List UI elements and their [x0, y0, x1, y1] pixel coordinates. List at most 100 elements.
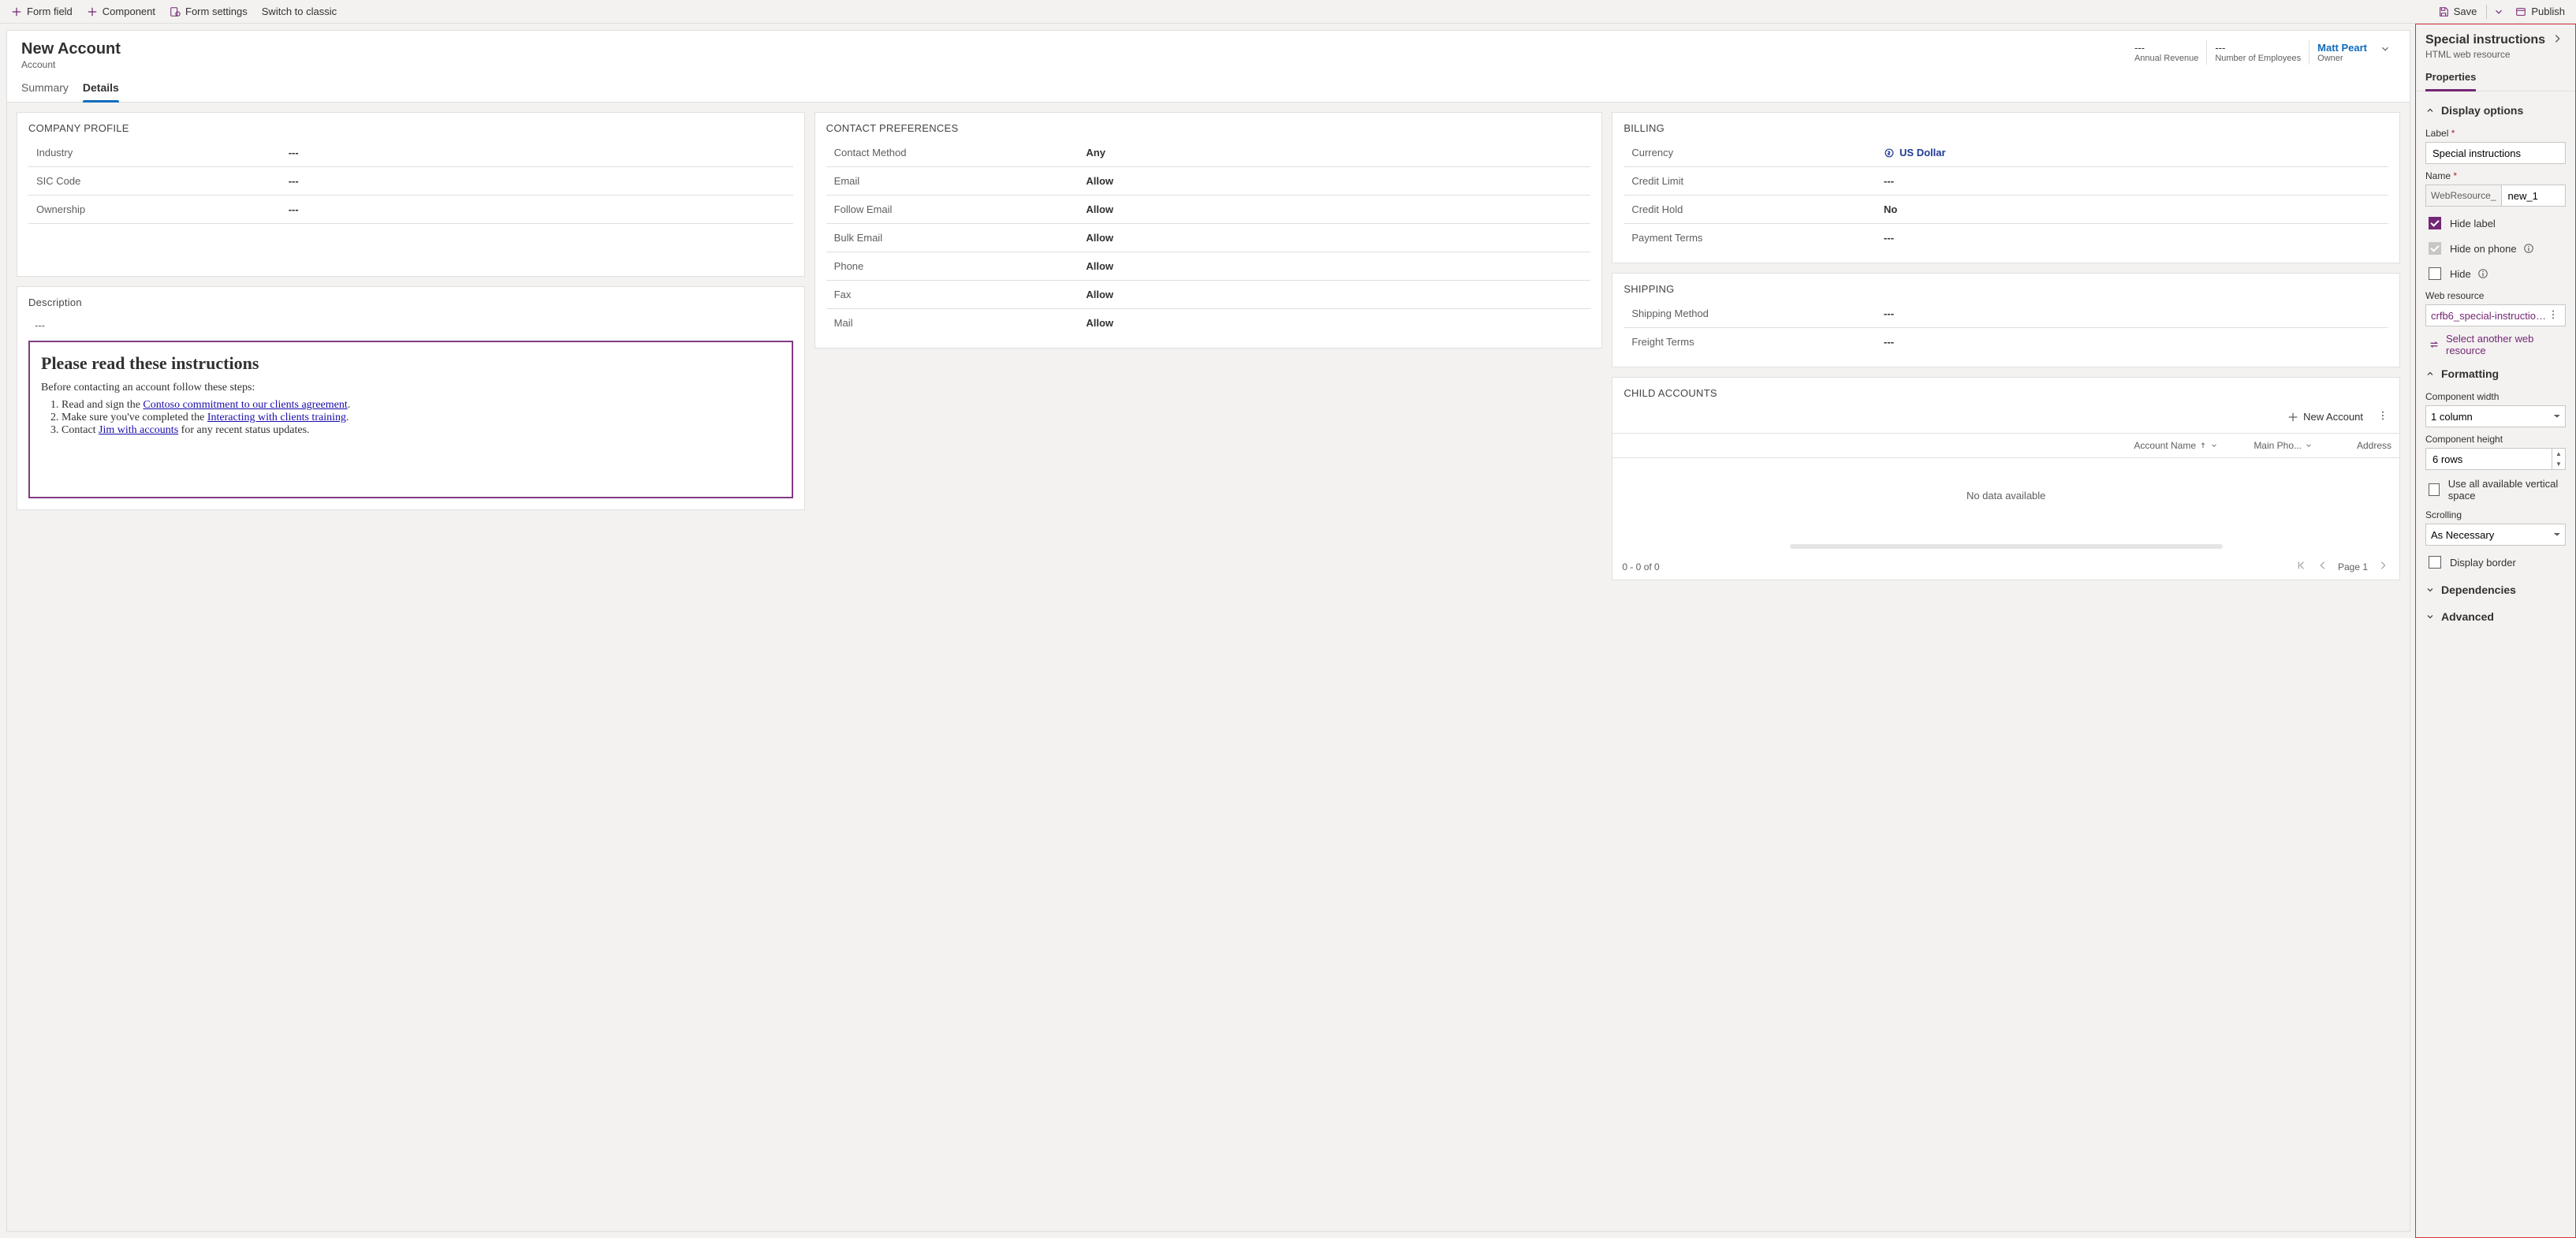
save-button[interactable]: Save — [2432, 2, 2484, 21]
tab-details[interactable]: Details — [83, 75, 119, 102]
section-dependencies[interactable]: Dependencies — [2425, 579, 2566, 601]
field-label: Ownership — [28, 196, 289, 223]
publish-icon — [2515, 6, 2526, 17]
header-expand-button[interactable] — [2375, 40, 2395, 60]
webres-link[interactable]: Contoso commitment to our clients agreem… — [143, 399, 347, 411]
subgrid-more-button[interactable] — [2374, 407, 2391, 427]
sort-asc-icon — [2199, 442, 2207, 449]
col-main-phone[interactable]: Main Pho... — [2226, 434, 2321, 457]
section-title: CONTACT PREFERENCES — [815, 113, 1602, 139]
section-contact-preferences[interactable]: CONTACT PREFERENCES Contact MethodAny Em… — [815, 112, 1603, 349]
height-step-up[interactable]: ▲ — [2552, 449, 2565, 459]
field-value: --- — [1884, 232, 1894, 244]
tab-summary[interactable]: Summary — [21, 75, 69, 102]
field-row[interactable]: Follow EmailAllow — [826, 196, 1591, 224]
publish-label: Publish — [2531, 6, 2565, 17]
field-value: --- — [289, 175, 299, 187]
header-stat[interactable]: Matt Peart Owner — [2309, 40, 2375, 65]
field-label: Follow Email — [826, 196, 1087, 223]
scrolling-select[interactable]: As Necessary — [2425, 524, 2566, 546]
field-row[interactable]: Credit HoldNo — [1624, 196, 2388, 224]
field-row[interactable]: Contact MethodAny — [826, 139, 1591, 167]
field-row[interactable]: Freight Terms--- — [1624, 328, 2388, 356]
hide-label-checkbox[interactable]: Hide label — [2425, 214, 2566, 232]
height-step-down[interactable]: ▼ — [2552, 459, 2565, 469]
section-description[interactable]: Description --- Please read these instru… — [17, 286, 805, 510]
field-row[interactable]: MailAllow — [826, 309, 1591, 337]
header-stat[interactable]: --- Annual Revenue — [2127, 40, 2206, 65]
component-button[interactable]: Component — [80, 2, 162, 21]
form-settings-button[interactable]: Form settings — [163, 2, 254, 21]
field-label: Credit Limit — [1624, 167, 1884, 195]
field-row[interactable]: Bulk EmailAllow — [826, 224, 1591, 252]
section-formatting[interactable]: Formatting — [2425, 363, 2566, 385]
web-resource-label: Web resource — [2425, 290, 2566, 301]
field-value: Any — [1086, 139, 1590, 166]
field-row[interactable]: Shipping Method--- — [1624, 300, 2388, 328]
subgrid-scrollbar[interactable] — [1790, 544, 2223, 549]
field-row[interactable]: Currency US Dollar — [1624, 139, 2388, 167]
component-height-input[interactable] — [2425, 448, 2552, 470]
page-indicator: Page 1 — [2338, 561, 2368, 572]
stat-value: Matt Peart — [2317, 42, 2367, 54]
form-field-button[interactable]: Form field — [5, 2, 79, 21]
field-row[interactable]: PhoneAllow — [826, 252, 1591, 281]
new-account-label: New Account — [2303, 411, 2363, 423]
component-width-select[interactable]: 1 column — [2425, 405, 2566, 427]
new-account-button[interactable]: New Account — [2283, 408, 2368, 426]
page-prev-button[interactable] — [2316, 558, 2330, 575]
webres-link[interactable]: Interacting with clients training — [207, 412, 346, 423]
section-company-profile[interactable]: COMPANY PROFILE Industry--- SIC Code--- … — [17, 112, 805, 277]
section-display-options[interactable]: Display options — [2425, 99, 2566, 121]
web-resource-lookup[interactable]: crfb6_special-instructions — [2425, 304, 2566, 326]
component-height-label: Component height — [2425, 434, 2566, 445]
field-row[interactable]: SIC Code--- — [28, 167, 793, 196]
field-value: Allow — [1086, 167, 1590, 195]
form-surface[interactable]: COMPANY PROFILE Industry--- SIC Code--- … — [7, 103, 2410, 1231]
field-label: Payment Terms — [1624, 224, 1884, 252]
section-title: BILLING — [1612, 113, 2399, 139]
section-child-accounts[interactable]: CHILD ACCOUNTS New Account — [1612, 377, 2400, 580]
field-label: Freight Terms — [1624, 328, 1884, 356]
form-preview: New Account Account --- Annual Revenue -… — [6, 30, 2410, 1232]
col-address[interactable]: Address — [2321, 434, 2399, 457]
webres-link[interactable]: Jim with accounts — [99, 424, 178, 436]
hide-on-phone-checkbox[interactable]: Hide on phone — [2425, 240, 2566, 257]
use-all-space-checkbox[interactable]: Use all available vertical space — [2425, 478, 2566, 502]
switch-classic-button[interactable]: Switch to classic — [255, 2, 343, 21]
hide-checkbox[interactable]: Hide — [2425, 265, 2566, 282]
web-resource-more-button[interactable] — [2546, 309, 2560, 323]
field-value: Allow — [1086, 309, 1590, 337]
field-row[interactable]: Payment Terms--- — [1624, 224, 2388, 252]
display-border-checkbox[interactable]: Display border — [2425, 554, 2566, 571]
select-another-web-resource[interactable]: Select another web resource — [2425, 326, 2566, 358]
scrolling-label: Scrolling — [2425, 509, 2566, 520]
panel-tab-properties[interactable]: Properties — [2425, 65, 2476, 91]
section-shipping[interactable]: SHIPPING Shipping Method--- Freight Term… — [1612, 273, 2400, 367]
page-first-button[interactable] — [2294, 558, 2308, 575]
section-advanced[interactable]: Advanced — [2425, 606, 2566, 628]
field-row[interactable]: FaxAllow — [826, 281, 1591, 309]
col-account-name[interactable]: Account Name — [1612, 434, 2226, 457]
field-label: Currency — [1624, 139, 1884, 166]
field-value: Allow — [1086, 252, 1590, 280]
field-row[interactable]: Industry--- — [28, 139, 793, 167]
page-next-button[interactable] — [2376, 558, 2390, 575]
subgrid-range: 0 - 0 of 0 — [1622, 561, 1659, 572]
selected-web-resource[interactable]: Please read these instructions Before co… — [28, 341, 793, 498]
name-input[interactable] — [2501, 185, 2567, 207]
save-dropdown-button[interactable] — [2490, 3, 2507, 21]
label-input[interactable] — [2425, 142, 2566, 164]
section-billing[interactable]: BILLING Currency US Dollar Credit Limi — [1612, 112, 2400, 263]
publish-button[interactable]: Publish — [2509, 2, 2571, 21]
field-row[interactable]: Ownership--- — [28, 196, 793, 224]
name-prefix: WebResource_ — [2425, 185, 2501, 207]
panel-collapse-button[interactable] — [2547, 32, 2567, 47]
field-value: --- — [289, 203, 299, 215]
header-stat[interactable]: --- Number of Employees — [2206, 40, 2309, 65]
section-title: SHIPPING — [1612, 274, 2399, 300]
field-label: Email — [826, 167, 1087, 195]
field-row[interactable]: EmailAllow — [826, 167, 1591, 196]
field-row[interactable]: Credit Limit--- — [1624, 167, 2388, 196]
chevron-down-icon — [2425, 585, 2435, 595]
